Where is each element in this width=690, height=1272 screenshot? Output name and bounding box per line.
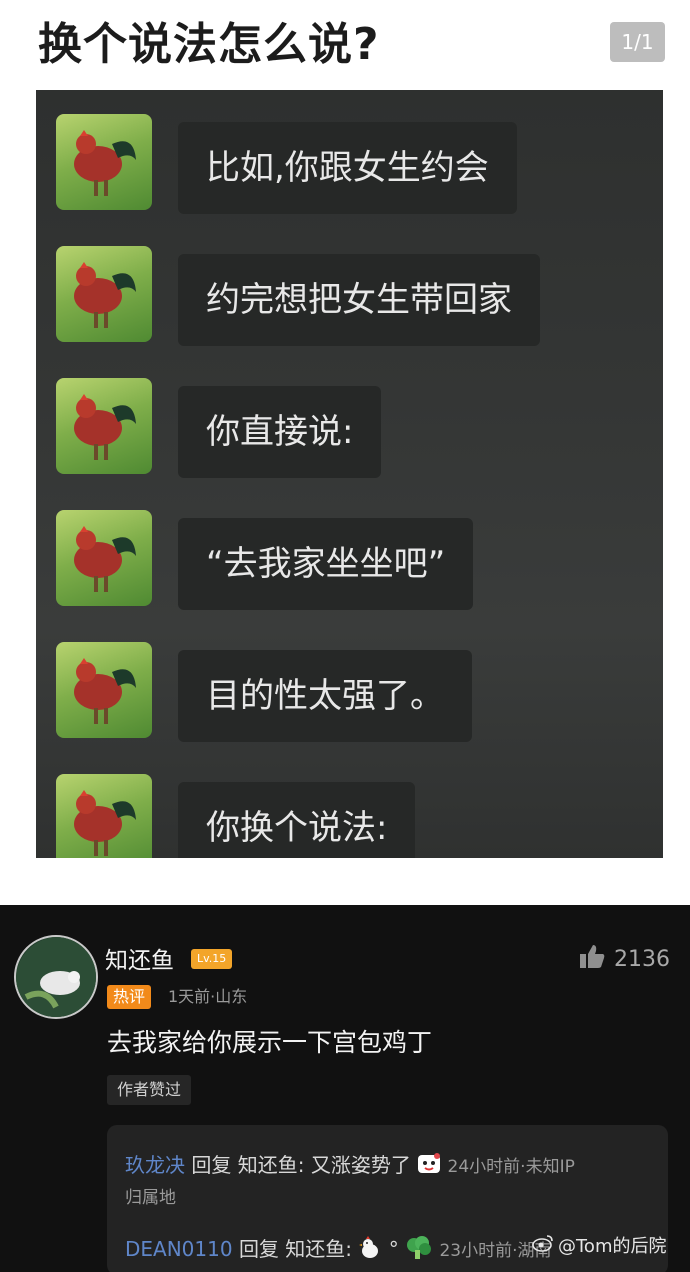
comment-meta: 1天前·山东 (168, 987, 248, 1006)
rooster-avatar-icon (56, 510, 152, 606)
chat-bubble: “去我家坐坐吧” (178, 518, 474, 610)
reply-target: 知还鱼: (285, 1237, 353, 1261)
post-area: 换个说法怎么说? 1/1 比如,你跟女生约会 约完想把女生带回家 你直接说: “… (0, 0, 690, 905)
watermark: @Tom的后院 (532, 1230, 666, 1260)
like-count: 2136 (614, 946, 670, 972)
chat-bubble: 比如,你跟女生约会 (178, 122, 517, 214)
reply-text: 又涨姿势了 (310, 1153, 411, 1177)
like-button[interactable]: 2136 (578, 943, 670, 975)
reply-username[interactable]: 玖龙决 (125, 1153, 185, 1177)
reply-meta-continued: 归属地 (125, 1183, 176, 1208)
chat-bubble: 目的性太强了。 (178, 650, 472, 742)
reply-target: 知还鱼: (237, 1153, 305, 1177)
meme-image[interactable]: 比如,你跟女生约会 约完想把女生带回家 你直接说: “去我家坐坐吧” 目的性太强… (36, 90, 663, 858)
doge-emoji-icon (417, 1153, 441, 1180)
hot-comment-badge: 热评 (107, 985, 152, 1009)
comment-section: 知还鱼 Lv.15 2136 热评 1天前·山东 去我家给你展示一下宫包鸡丁 作… (0, 905, 690, 1272)
weibo-icon (532, 1234, 554, 1257)
chat-row: 你换个说法: (36, 774, 663, 858)
post-title: 换个说法怎么说? (38, 19, 380, 70)
chat-row: 约完想把女生带回家 (36, 246, 663, 356)
chat-bubble: 约完想把女生带回家 (178, 254, 540, 346)
reply-item[interactable]: DEAN0110 回复 知还鱼: ° 23小时前·湖南 (125, 1233, 552, 1265)
reply-meta: 归属地 (125, 1188, 176, 1208)
reply-word: 回复 (238, 1237, 279, 1261)
chat-row: 比如,你跟女生约会 (36, 114, 663, 224)
page-indicator[interactable]: 1/1 (610, 22, 665, 62)
chat-bubble: 你直接说: (178, 386, 382, 478)
rooster-avatar-icon (56, 114, 152, 210)
chat-row: 你直接说: (36, 378, 663, 488)
comment-username[interactable]: 知还鱼 (105, 941, 174, 975)
watermark-text: @Tom的后院 (558, 1236, 667, 1257)
broccoli-emoji-icon (405, 1236, 433, 1265)
comment-text: 去我家给你展示一下宫包鸡丁 (107, 1028, 433, 1057)
chat-bubble: 你换个说法: (178, 782, 416, 858)
level-badge: Lv.15 (191, 949, 233, 969)
chicken-emoji-icon (358, 1236, 382, 1265)
thumbs-up-icon (578, 942, 606, 976)
chat-row: 目的性太强了。 (36, 642, 663, 752)
reply-username[interactable]: DEAN0110 (125, 1237, 233, 1261)
chat-row: “去我家坐坐吧” (36, 510, 663, 620)
reply-word: 回复 (191, 1153, 232, 1177)
reply-text: ° (388, 1237, 399, 1261)
rooster-avatar-icon (56, 246, 152, 342)
rooster-avatar-icon (56, 642, 152, 738)
author-liked-badge: 作者赞过 (107, 1075, 192, 1105)
reply-meta: 24小时前·未知IP (447, 1157, 575, 1177)
reply-item[interactable]: 玖龙决 回复 知还鱼: 又涨姿势了 24小时前·未知IP (125, 1149, 575, 1180)
avatar[interactable] (14, 935, 98, 1019)
rooster-avatar-icon (56, 378, 152, 474)
rooster-avatar-icon (56, 774, 152, 858)
